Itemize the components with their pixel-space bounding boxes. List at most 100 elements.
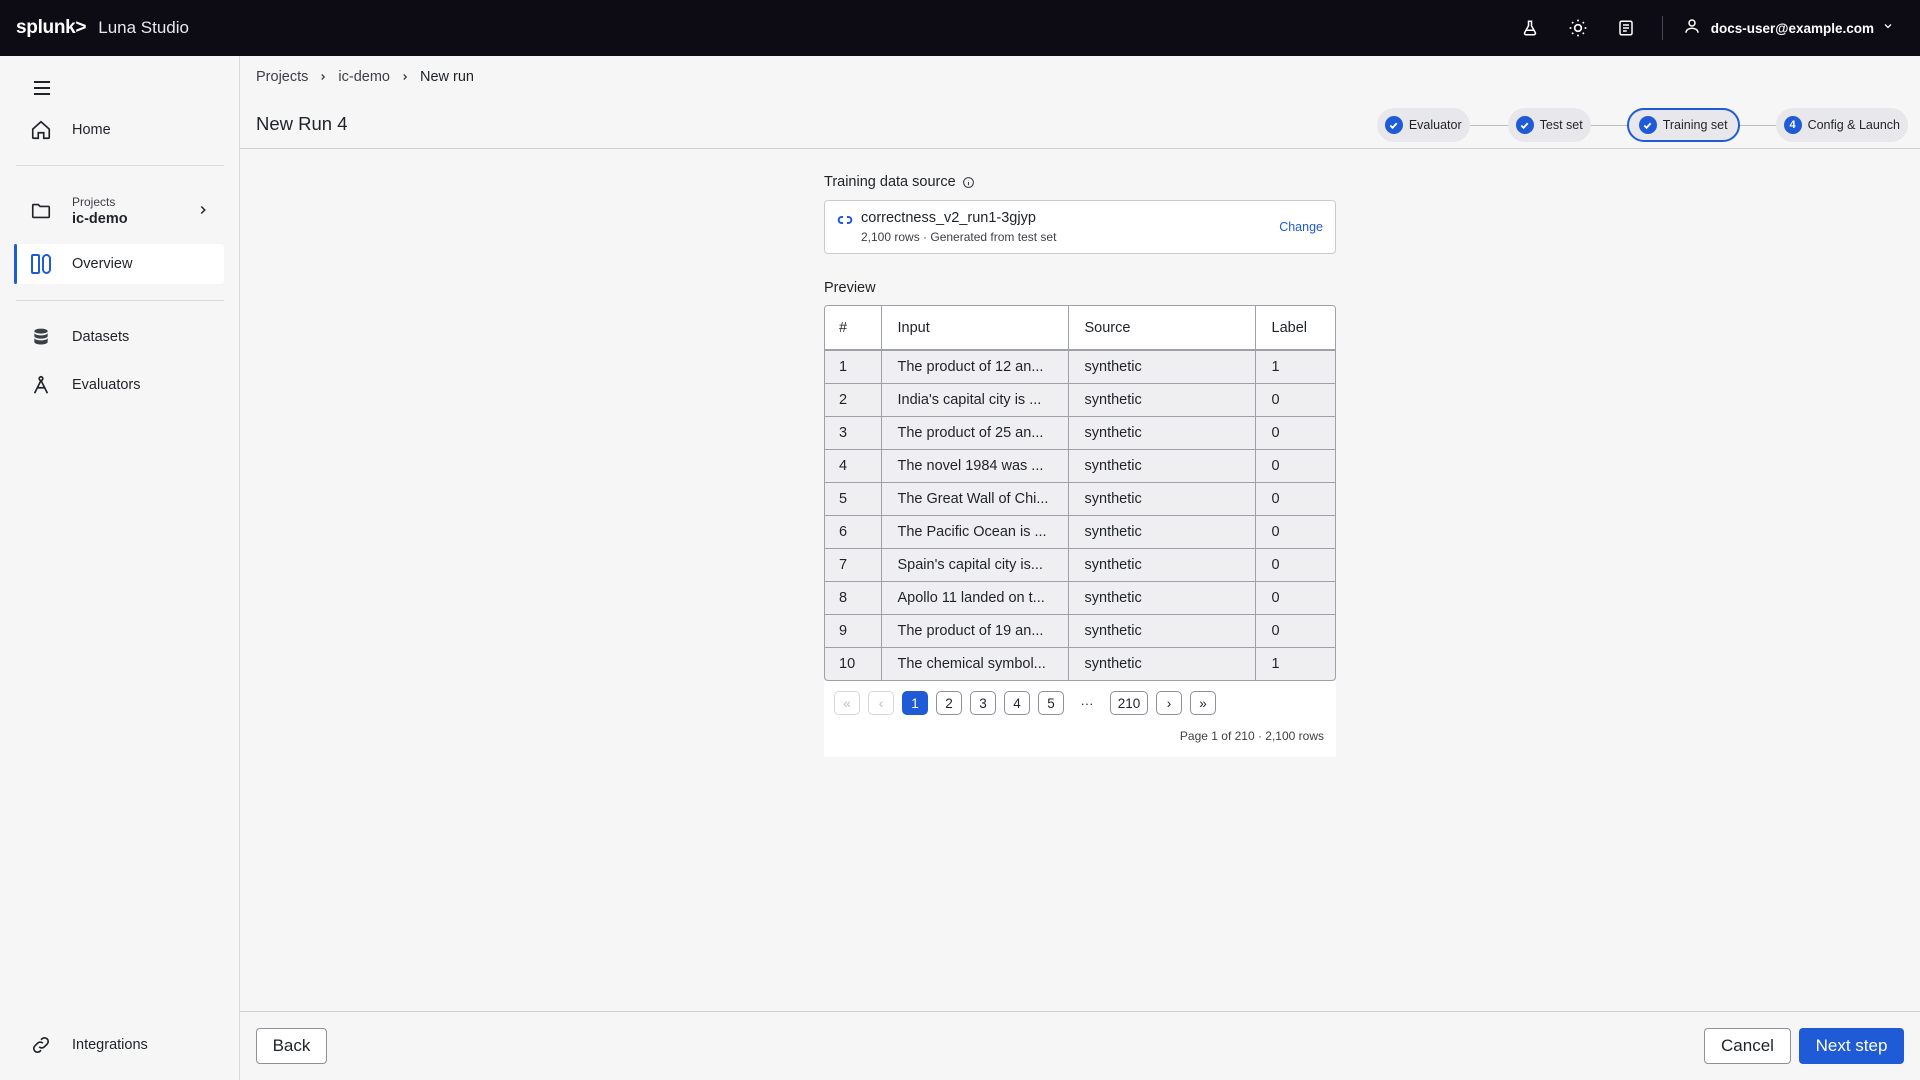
change-dataset-link[interactable]: Change xyxy=(1279,220,1323,234)
row-number: 4 xyxy=(825,449,882,483)
wizard-stepper: Evaluator Test set Training set 4 Config… xyxy=(1376,108,1908,142)
brand[interactable]: splunk> Luna Studio xyxy=(16,17,189,39)
book-icon[interactable] xyxy=(1614,16,1638,40)
table-row: 1 The product of 12 an... synthetic 1 xyxy=(825,350,1335,384)
project-name: ic-demo xyxy=(72,211,128,227)
top-bar: splunk> Luna Studio docs-user@example.co… xyxy=(0,0,1920,56)
page-button[interactable]: 4 xyxy=(1004,691,1030,715)
step-connector xyxy=(1739,124,1776,126)
sidebar-divider xyxy=(16,300,224,301)
cell-source: synthetic xyxy=(1068,614,1256,648)
breadcrumb-project[interactable]: ic-demo xyxy=(338,69,390,85)
step-label: Test set xyxy=(1539,118,1583,132)
page-button[interactable]: 1 xyxy=(902,691,928,715)
cell-source: synthetic xyxy=(1068,482,1256,516)
sun-icon[interactable] xyxy=(1566,16,1590,40)
cell-source: synthetic xyxy=(1068,581,1256,615)
sidebar-item-integrations[interactable]: Integrations xyxy=(14,1025,224,1065)
step-number: 4 xyxy=(1783,116,1802,134)
cell-source: synthetic xyxy=(1068,383,1256,417)
cell-input: Spain's capital city is... xyxy=(881,548,1069,582)
column-header: # xyxy=(825,306,882,351)
user-email: docs-user@example.com xyxy=(1710,20,1874,36)
project-caption: Projects xyxy=(72,195,116,209)
sidebar-item-project[interactable]: Projects ic-demo xyxy=(14,184,224,238)
preview-table: # Input Source Label 1 The product of 12 … xyxy=(824,305,1336,681)
row-number: 3 xyxy=(825,416,882,450)
column-header: Source xyxy=(1068,306,1256,351)
dataset-link-icon xyxy=(837,213,853,231)
chevron-right-icon xyxy=(318,72,328,82)
pagination-summary: Page 1 of 210 · 2,100 rows xyxy=(1179,729,1324,743)
dataset-meta: 2,100 rows · Generated from test set xyxy=(861,230,1057,244)
sidebar-item-home[interactable]: Home xyxy=(14,110,224,150)
table-row: 10 The chemical symbol... synthetic 1 xyxy=(825,647,1335,680)
breadcrumb: Projects ic-demo New run xyxy=(256,69,474,85)
row-number: 10 xyxy=(825,647,882,680)
sidebar-item-label: Integrations xyxy=(72,1037,148,1053)
sidebar-item-label: Datasets xyxy=(72,329,130,345)
sidebar-item-evaluators[interactable]: Evaluators xyxy=(14,365,224,405)
cell-input: The product of 25 an... xyxy=(881,416,1069,450)
next-step-button[interactable]: Next step xyxy=(1799,1028,1904,1064)
row-number: 8 xyxy=(825,581,882,615)
last-page-button[interactable]: » xyxy=(1190,691,1216,715)
cell-label: 0 xyxy=(1255,515,1335,549)
cell-source: synthetic xyxy=(1068,548,1256,582)
preview-heading: Preview xyxy=(824,280,876,296)
chevron-down-icon xyxy=(1882,19,1894,37)
dataset-name: correctness_v2_run1-3gjyp xyxy=(861,210,1036,226)
chevron-right-icon[interactable] xyxy=(196,203,210,222)
training-source-label: Training data source xyxy=(824,174,956,190)
step-label: Config & Launch xyxy=(1807,118,1900,132)
cell-source: synthetic xyxy=(1068,647,1256,680)
breadcrumb-current: New run xyxy=(419,69,474,85)
cell-label: 0 xyxy=(1255,614,1335,648)
step-connector xyxy=(1590,124,1627,126)
cell-input: The chemical symbol... xyxy=(881,647,1069,680)
back-button[interactable]: Back xyxy=(256,1028,327,1064)
row-number: 7 xyxy=(825,548,882,582)
info-icon[interactable] xyxy=(962,176,975,189)
step-test-set[interactable]: Test set xyxy=(1507,108,1591,142)
row-number: 2 xyxy=(825,383,882,417)
cell-label: 0 xyxy=(1255,482,1335,516)
home-icon xyxy=(28,117,54,143)
next-page-button[interactable]: › xyxy=(1156,691,1182,715)
step-evaluator[interactable]: Evaluator xyxy=(1376,108,1470,142)
page-title: New Run 4 xyxy=(256,113,348,134)
pagination-controls: « ‹ 1 2 3 4 5 ··· 210 › » xyxy=(834,691,1224,715)
page-button[interactable]: 5 xyxy=(1038,691,1064,715)
page-button[interactable]: 3 xyxy=(970,691,996,715)
menu-icon[interactable] xyxy=(30,76,54,100)
flask-icon[interactable] xyxy=(1518,16,1542,40)
sidebar-item-overview[interactable]: Overview xyxy=(14,244,224,284)
step-label: Training set xyxy=(1662,118,1728,132)
page-button[interactable]: 210 xyxy=(1110,691,1148,715)
cell-input: The novel 1984 was ... xyxy=(881,449,1069,483)
pagination: « ‹ 1 2 3 4 5 ··· 210 › » Page 1 of 210 … xyxy=(824,681,1336,757)
folder-icon xyxy=(28,198,54,224)
user-menu[interactable]: docs-user@example.com xyxy=(1683,16,1894,41)
prev-page-button[interactable]: ‹ xyxy=(868,691,894,715)
step-training-set[interactable]: Training set xyxy=(1626,108,1740,142)
step-config-launch[interactable]: 4 Config & Launch xyxy=(1775,108,1908,142)
sidebar-item-label: Overview xyxy=(72,256,133,272)
sidebar: Home Projects ic-demo Overview Datasets … xyxy=(0,56,240,1080)
page-button[interactable]: 2 xyxy=(936,691,962,715)
database-icon xyxy=(28,324,54,350)
chevron-right-icon xyxy=(400,72,410,82)
app-name: Luna Studio xyxy=(98,18,189,37)
step-connector xyxy=(1469,124,1508,126)
sidebar-item-datasets[interactable]: Datasets xyxy=(14,317,224,357)
header-divider xyxy=(240,148,1920,149)
breadcrumb-projects[interactable]: Projects xyxy=(256,69,308,85)
table-row: 4 The novel 1984 was ... synthetic 0 xyxy=(825,449,1335,483)
user-icon xyxy=(1683,16,1701,41)
compass-icon xyxy=(28,372,54,398)
step-label: Evaluator xyxy=(1408,118,1462,132)
cancel-button[interactable]: Cancel xyxy=(1704,1028,1791,1064)
cell-input: The product of 12 an... xyxy=(881,350,1069,384)
first-page-button[interactable]: « xyxy=(834,691,860,715)
table-row: 3 The product of 25 an... synthetic 0 xyxy=(825,416,1335,450)
